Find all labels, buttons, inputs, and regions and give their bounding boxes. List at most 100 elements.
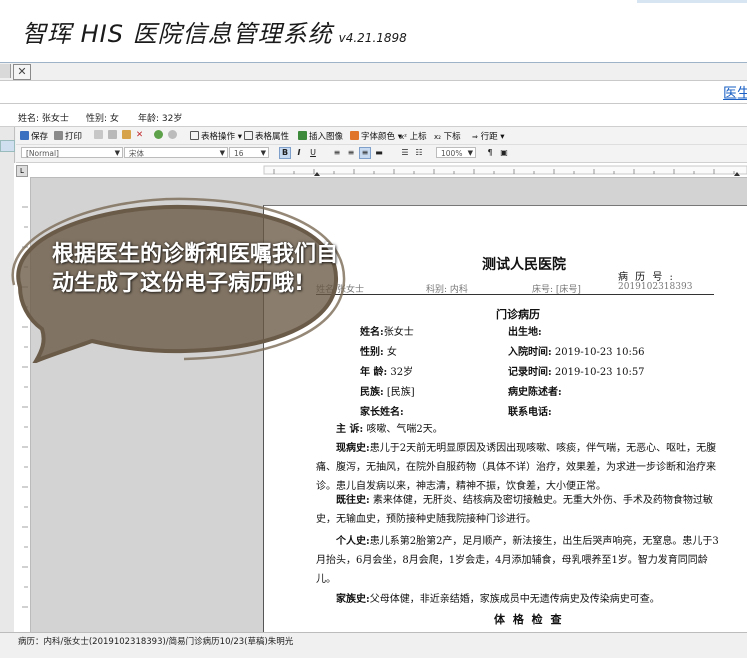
style-select[interactable]: [Normal] ▼: [21, 147, 123, 158]
line-spacing-icon: ⇒: [472, 133, 478, 141]
print-icon: [54, 131, 63, 140]
chevron-down-icon: ▼: [114, 149, 120, 157]
narrator-label: 病史陈述者:: [508, 387, 562, 398]
frame-icon: ▣: [500, 148, 508, 157]
gender-label: 性别:: [360, 347, 384, 358]
birthplace-label: 出生地:: [508, 327, 542, 338]
name-label: 姓名:: [360, 327, 384, 338]
table-icon: [190, 131, 199, 140]
number-list-icon: ☷: [415, 148, 423, 157]
subscript-icon: x₂: [434, 133, 441, 141]
undo-button[interactable]: [154, 130, 165, 141]
subscript-button[interactable]: x₂ 下标: [434, 130, 461, 142]
font-color-button[interactable]: 字体颜色 ▾: [350, 130, 402, 142]
left-tab[interactable]: [0, 140, 15, 152]
format-toolbar: [Normal] ▼ 宋体 ▼ 16 ▼ B I U ≡ ≡ ≡ ▬ ☰ ☷ 100%…: [16, 145, 747, 163]
age-value[interactable]: 32岁: [390, 367, 413, 378]
insert-image-button[interactable]: 插入图像: [298, 130, 343, 142]
gender-value[interactable]: 女: [387, 347, 397, 358]
phone-label: 联系电话:: [508, 407, 552, 418]
status-text: 病历：内科/张女士(2019102318393)/简易门诊病历10/23(草稿)…: [18, 637, 294, 647]
align-center-button[interactable]: ≡: [345, 147, 357, 159]
paste-icon: [122, 130, 131, 139]
delete-button[interactable]: ✕: [136, 130, 143, 140]
record-no-label: 病 历 号 :: [618, 272, 675, 283]
align-left-icon: ≡: [333, 148, 341, 157]
undo-icon: [154, 130, 163, 139]
table-props-icon: [244, 131, 253, 140]
bold-button[interactable]: B: [279, 147, 291, 159]
line-spacing-button[interactable]: ⇒ 行距 ▾: [472, 130, 505, 142]
save-icon: [20, 131, 29, 140]
hospital-name: 测试人民医院: [482, 257, 566, 273]
redo-button[interactable]: [168, 130, 179, 141]
italic-button[interactable]: I: [293, 147, 305, 159]
header-divider: [316, 294, 714, 295]
justify-icon: ▬: [375, 148, 383, 157]
record-number: 2019102318393: [618, 282, 693, 292]
window-control[interactable]: [0, 64, 11, 78]
chief-complaint[interactable]: 主 诉: 咳嗽、气喘2天。: [336, 420, 716, 439]
section-title: 门诊病历: [496, 308, 540, 321]
patient-age: 年龄: 32岁: [138, 114, 183, 124]
superscript-button[interactable]: x² 上标: [400, 130, 427, 142]
align-right-button[interactable]: ≡: [359, 147, 371, 159]
copy-icon: [108, 130, 117, 139]
cut-icon: [94, 130, 103, 139]
image-icon: [298, 131, 307, 140]
doctor-link[interactable]: 医生: [723, 83, 747, 103]
save-button[interactable]: 保存: [20, 130, 48, 142]
inner-header: [0, 80, 747, 104]
frame-button[interactable]: ▣: [498, 147, 510, 159]
delete-icon: ✕: [136, 130, 144, 140]
font-select[interactable]: 宋体 ▼: [124, 147, 228, 158]
close-button[interactable]: ✕: [13, 64, 31, 80]
superscript-icon: x²: [400, 133, 407, 141]
ruler-corner-button[interactable]: L: [16, 165, 28, 177]
app-title: 智珲 HIS 医院信息管理系统 v4.21.1898: [22, 20, 407, 48]
horizontal-ruler: [14, 163, 747, 178]
editor-toolbar: 保存 打印 ✕ 表格操作 ▾ 表格属性 插入图像 字体颜色 ▾ x² 上标 x₂…: [16, 127, 747, 145]
admit-time-label: 入院时间:: [508, 347, 552, 358]
font-color-icon: [350, 131, 359, 140]
personal-history[interactable]: 个人史:患儿系第2胎第2产，足月顺产，新法接生，出生后哭声响亮，无窒息。患儿于3…: [316, 532, 726, 589]
bullet-list-button[interactable]: ☰: [399, 147, 411, 159]
app-version: v4.21.1898: [338, 31, 407, 45]
chevron-down-icon: ▼: [260, 149, 266, 157]
cut-button[interactable]: [94, 130, 105, 141]
admit-time-value[interactable]: 2019-10-23 10:56: [555, 347, 645, 358]
paste-button[interactable]: [122, 130, 133, 141]
copy-button[interactable]: [108, 130, 119, 141]
exam-title: 体 格 检 查: [494, 613, 564, 626]
family-history[interactable]: 家族史:父母体健，非近亲结婚，家族成员中无遗传病史及传染病史可查。: [316, 590, 726, 609]
zoom-select[interactable]: 100% ▼: [436, 147, 476, 158]
paragraph-button[interactable]: ¶: [484, 147, 496, 159]
status-bar: 病历：内科/张女士(2019102318393)/简易门诊病历10/23(草稿)…: [0, 632, 747, 658]
bullet-list-icon: ☰: [401, 148, 409, 157]
font-size-select[interactable]: 16 ▼: [229, 147, 269, 158]
align-right-icon: ≡: [361, 148, 369, 157]
chevron-down-icon: ▼: [467, 149, 473, 157]
ruler-ticks: [263, 165, 747, 176]
underline-button[interactable]: U: [307, 147, 319, 159]
paragraph-icon: ¶: [487, 148, 493, 157]
record-time-value[interactable]: 2019-10-23 10:57: [555, 367, 645, 378]
age-label: 年 龄:: [360, 367, 388, 378]
table-ops-button[interactable]: 表格操作 ▾: [190, 130, 242, 142]
chevron-down-icon: ▼: [219, 149, 225, 157]
table-props-button[interactable]: 表格属性: [244, 130, 289, 142]
name-value[interactable]: 张女士: [384, 327, 414, 338]
align-left-button[interactable]: ≡: [331, 147, 343, 159]
present-illness[interactable]: 现病史:患儿于2天前无明显原因及诱因出现咳嗽、咳痰，伴气喘，无恶心、呕吐，无腹痛…: [316, 439, 726, 496]
ethnicity-label: 民族:: [360, 387, 384, 398]
justify-button[interactable]: ▬: [373, 147, 385, 159]
number-list-button[interactable]: ☷: [413, 147, 425, 159]
ethnicity-value[interactable]: [民族]: [387, 387, 415, 398]
align-center-icon: ≡: [347, 148, 355, 157]
print-button[interactable]: 打印: [54, 130, 82, 142]
bubble-text: 根据医生的诊断和医嘱我们自动生成了这份电子病历哦!: [52, 242, 339, 296]
record-time-label: 记录时间:: [508, 367, 552, 378]
patient-name: 姓名: 张女士: [18, 114, 69, 124]
past-history[interactable]: 既往史: 素来体健，无肝炎、结核病及密切接触史。无重大外伤、手术及药物食物过敏史…: [316, 491, 726, 529]
patient-gender: 性别: 女: [86, 114, 119, 124]
